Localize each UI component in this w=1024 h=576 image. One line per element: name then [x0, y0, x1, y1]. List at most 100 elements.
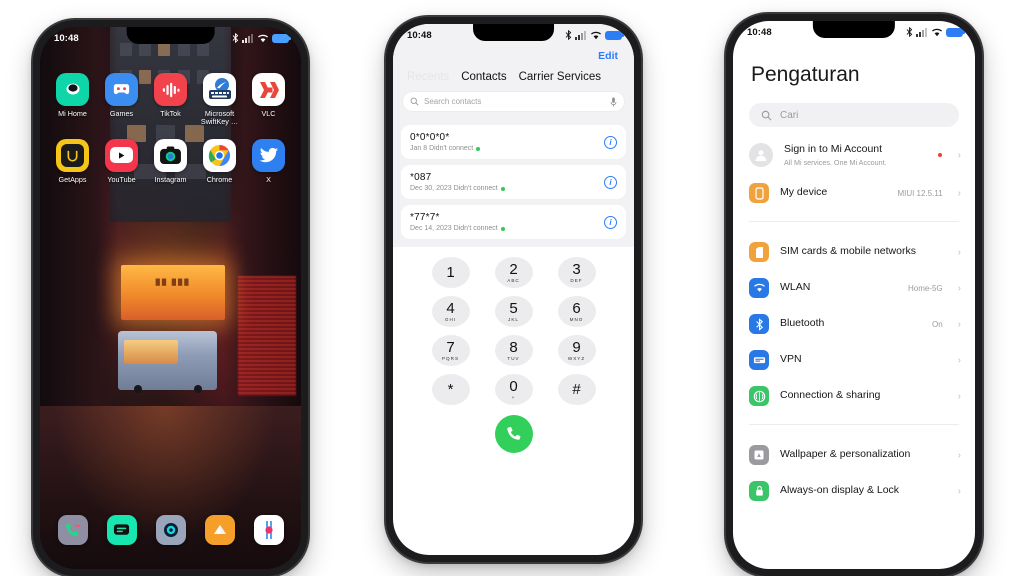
info-icon[interactable]: i [604, 175, 617, 189]
setting-row-wallpaper[interactable]: Wallpaper & personalization › [733, 437, 975, 473]
dialpad-key-3[interactable]: 3 DEF [557, 257, 596, 288]
tab-recents[interactable]: Recents [407, 71, 449, 83]
call-row[interactable]: 0*0*0*0* Jan 8 Didn't connect i [401, 125, 626, 159]
phone-call-icon [506, 427, 520, 440]
tab-contacts[interactable]: Contacts [461, 71, 506, 83]
tiktok-icon[interactable] [154, 73, 187, 106]
phone1-screen: ██ ███ 10:48 Mi Home Games TikTok Micros… [40, 27, 301, 569]
dialpad-key-8[interactable]: 8 TUV [494, 335, 533, 366]
youtube-icon[interactable] [105, 138, 138, 172]
bluetooth-icon [565, 30, 571, 40]
app-instagram[interactable]: Instagram [146, 138, 195, 184]
chevron-right-icon: › [957, 354, 961, 366]
getapps-icon[interactable] [56, 138, 89, 172]
status-badge [937, 153, 942, 157]
mi-home-icon[interactable] [56, 73, 89, 106]
instagram-icon[interactable] [154, 138, 187, 172]
info-icon[interactable]: i [604, 215, 617, 229]
dialpad-key-7[interactable]: 7 PQRS [431, 335, 470, 366]
dialpad-key-4[interactable]: 4 GHI [431, 296, 470, 327]
dialpad-key-hash[interactable]: # [557, 374, 596, 405]
app-x-twitter[interactable]: X [244, 138, 293, 184]
battery-icon [605, 30, 624, 40]
wifi-icon [590, 31, 601, 39]
bluetooth-icon [232, 33, 238, 43]
setting-row-connection-sharing[interactable]: Connection & sharing › [733, 378, 975, 414]
microphone-icon[interactable] [610, 97, 617, 107]
call-button[interactable] [494, 415, 533, 453]
dialpad-key-5[interactable]: 5 JKL [494, 296, 533, 327]
app-getapps[interactable]: GetApps [48, 138, 97, 184]
app-games[interactable]: Games [97, 73, 146, 127]
app-youtube[interactable]: YouTube [97, 138, 146, 184]
app-grid: Mi Home Games TikTok Microsoft SwiftKey … [40, 73, 301, 184]
file-manager-icon[interactable] [204, 515, 235, 545]
setting-value: MIUI 12.5.11 [897, 188, 943, 198]
music-icon[interactable] [253, 515, 284, 545]
wallpaper-bus [118, 330, 218, 394]
tab-carrier-services[interactable]: Carrier Services [519, 71, 601, 83]
app-chrome[interactable]: Chrome [195, 138, 244, 184]
bluetooth-icon [906, 27, 912, 37]
app-tiktok[interactable]: TikTok [146, 73, 195, 127]
chevron-right-icon: › [957, 246, 961, 258]
app-label: X [266, 174, 271, 184]
app-label: YouTube [107, 174, 136, 184]
x-twitter-icon[interactable] [252, 138, 285, 172]
microsoft-swiftkey-icon[interactable] [203, 73, 236, 106]
cellular-signal-icon [575, 30, 586, 40]
phone-device-dialer: Edit Recents Contacts Carrier Services S… [386, 17, 641, 562]
setting-label: SIM cards & mobile networks [780, 245, 916, 258]
dialpad-key-1[interactable]: 1 [431, 257, 470, 288]
settings-group-connectivity: SIM cards & mobile networks › WLAN Home-… [733, 226, 975, 420]
app-vlc[interactable]: VLC [244, 73, 293, 127]
call-detail: Jan 8 Didn't connect [410, 145, 481, 152]
setting-label: VPN [780, 353, 802, 366]
chrome-icon[interactable] [203, 138, 236, 172]
setting-row-mi-account[interactable]: Sign in to Mi Account All Mi services. O… [733, 135, 975, 175]
call-number: *087 [410, 172, 432, 183]
setting-row-wlan[interactable]: WLAN Home-5G › [733, 270, 975, 306]
wifi-icon [931, 28, 942, 36]
wallpaper-icon [749, 445, 769, 465]
dialpad-key-2[interactable]: 2 ABC [494, 257, 533, 288]
setting-row-sim-cards[interactable]: SIM cards & mobile networks › [733, 234, 975, 270]
chevron-right-icon: › [957, 449, 961, 461]
dialer-app: Edit Recents Contacts Carrier Services S… [393, 24, 634, 555]
divider [749, 424, 959, 425]
dialpad: 1 2 ABC 3 DEF 4 GHI 5 JKL 6 MNO 7 PQRS 8 TUV 9W… [393, 247, 634, 405]
call-row[interactable]: *77*7* Dec 14, 2023 Didn't connect i [401, 205, 626, 239]
call-row[interactable]: *087 Dec 30, 2023 Didn't connect i [401, 165, 626, 199]
edit-button[interactable]: Edit [598, 50, 618, 62]
setting-row-bluetooth[interactable]: Bluetooth On › [733, 306, 975, 342]
setting-row-vpn[interactable]: VPN › [733, 342, 975, 378]
app-mi-home[interactable]: Mi Home [48, 73, 97, 127]
setting-row-my-device[interactable]: My device MIUI 12.5.11 › [733, 175, 975, 211]
cellular-signal-icon [242, 33, 253, 43]
app-label: Microsoft SwiftKey … [200, 109, 239, 127]
setting-label: Connection & sharing [780, 389, 881, 402]
info-icon[interactable]: i [604, 135, 617, 149]
search-contacts-input[interactable]: Search contacts [403, 92, 624, 111]
browser-icon[interactable] [155, 515, 186, 545]
phone-dialer-icon[interactable] [57, 515, 88, 545]
dialer-tabs: Recents Contacts Carrier Services [403, 64, 624, 92]
vlc-icon[interactable] [252, 73, 285, 106]
app-microsoft-swiftkey[interactable]: Microsoft SwiftKey … [195, 73, 244, 127]
setting-row-always-on-display[interactable]: Always-on display & Lock › [733, 473, 975, 509]
dialpad-key-star[interactable]: * [431, 374, 470, 405]
dialpad-key-9[interactable]: 9 WXYZ [557, 335, 596, 366]
status-bar-time: 10:48 [747, 26, 772, 38]
dialpad-key-0[interactable]: 0 + [494, 374, 533, 405]
dialpad-key-6[interactable]: 6 MNO [557, 296, 596, 327]
chevron-right-icon: › [957, 390, 961, 402]
battery-icon [272, 33, 291, 43]
recent-calls-list: 0*0*0*0* Jan 8 Didn't connect i *087 Dec… [393, 119, 634, 247]
games-icon[interactable] [105, 73, 138, 106]
setting-value: Home-5G [907, 283, 943, 293]
call-detail: Dec 30, 2023 Didn't connect [410, 185, 505, 192]
settings-group-personalization: Wallpaper & personalization › Always-on … [733, 429, 975, 515]
app-label: VLC [261, 109, 276, 118]
messages-icon[interactable] [106, 515, 137, 545]
settings-search-input[interactable]: Cari [749, 103, 959, 127]
